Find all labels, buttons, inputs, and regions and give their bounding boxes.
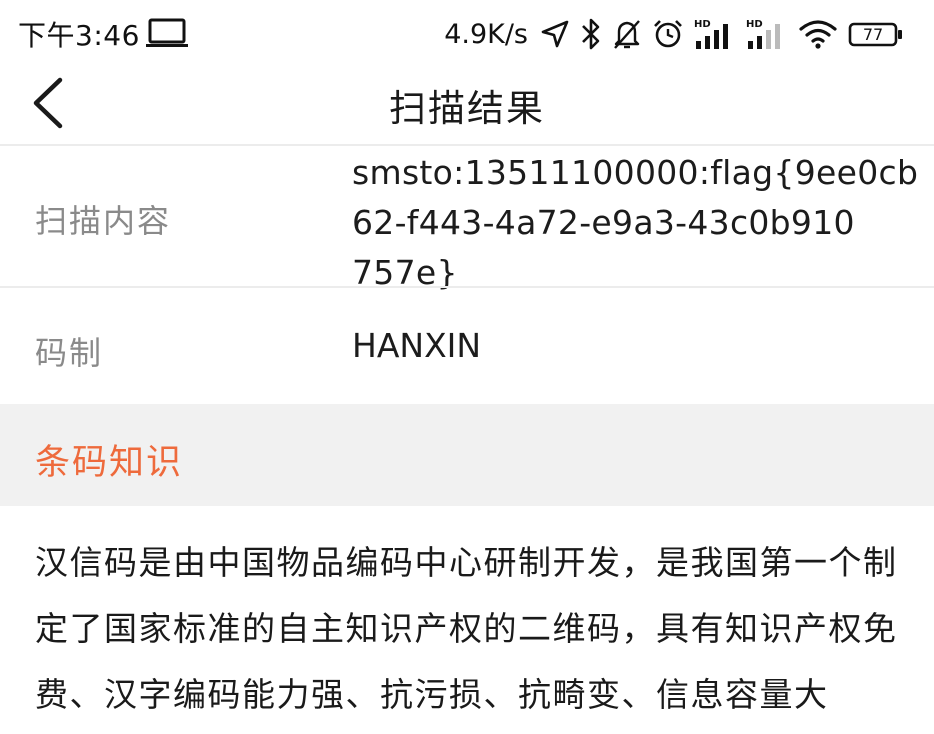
battery-icon: 77	[848, 22, 902, 47]
title-bar: 扫描结果	[0, 68, 934, 144]
location-arrow-icon	[541, 20, 569, 48]
barcode-knowledge-text: 汉信码是由中国物品编码中心研制开发，是我国第一个制定了国家标准的自主知识产权的二…	[35, 543, 898, 714]
wifi-icon	[799, 20, 837, 49]
signal-hd-icon: HD	[746, 19, 780, 49]
code-type-label: 码制	[35, 334, 104, 372]
laptop-icon	[146, 18, 188, 47]
page-title: 扫描结果	[389, 87, 545, 130]
bell-muted-icon	[614, 20, 640, 49]
bluetooth-icon	[582, 18, 600, 50]
status-icons: 4.9K/s HD HD 77	[444, 14, 904, 54]
barcode-knowledge-header: 条码知识	[0, 404, 934, 506]
barcode-knowledge-title: 条码知识	[35, 443, 184, 483]
network-speed: 4.9K/s	[444, 18, 528, 50]
scan-content-row: 扫描内容 smsto:13511100000:flag{9ee0cb 62-f4…	[0, 146, 934, 292]
code-type-row: 码制 HANXIN	[0, 288, 934, 402]
status-time: 下午3:46	[18, 19, 140, 52]
code-type-value: HANXIN	[352, 326, 482, 365]
alarm-clock-icon	[654, 20, 682, 48]
svg-text:HD: HD	[694, 19, 711, 30]
scan-content-value[interactable]: smsto:13511100000:flag{9ee0cb 62-f443-4a…	[352, 148, 918, 298]
scan-result-screen: 下午3:46 4.9K/s HD HD 77 扫描结果 扫描内容 smsto:1…	[0, 0, 934, 734]
svg-text:HD: HD	[746, 19, 763, 30]
signal-hd-icon: HD	[694, 19, 728, 49]
battery-level: 77	[863, 25, 883, 44]
scan-content-label: 扫描内容	[35, 202, 172, 240]
status-bar: 下午3:46 4.9K/s HD HD 77	[0, 0, 934, 68]
